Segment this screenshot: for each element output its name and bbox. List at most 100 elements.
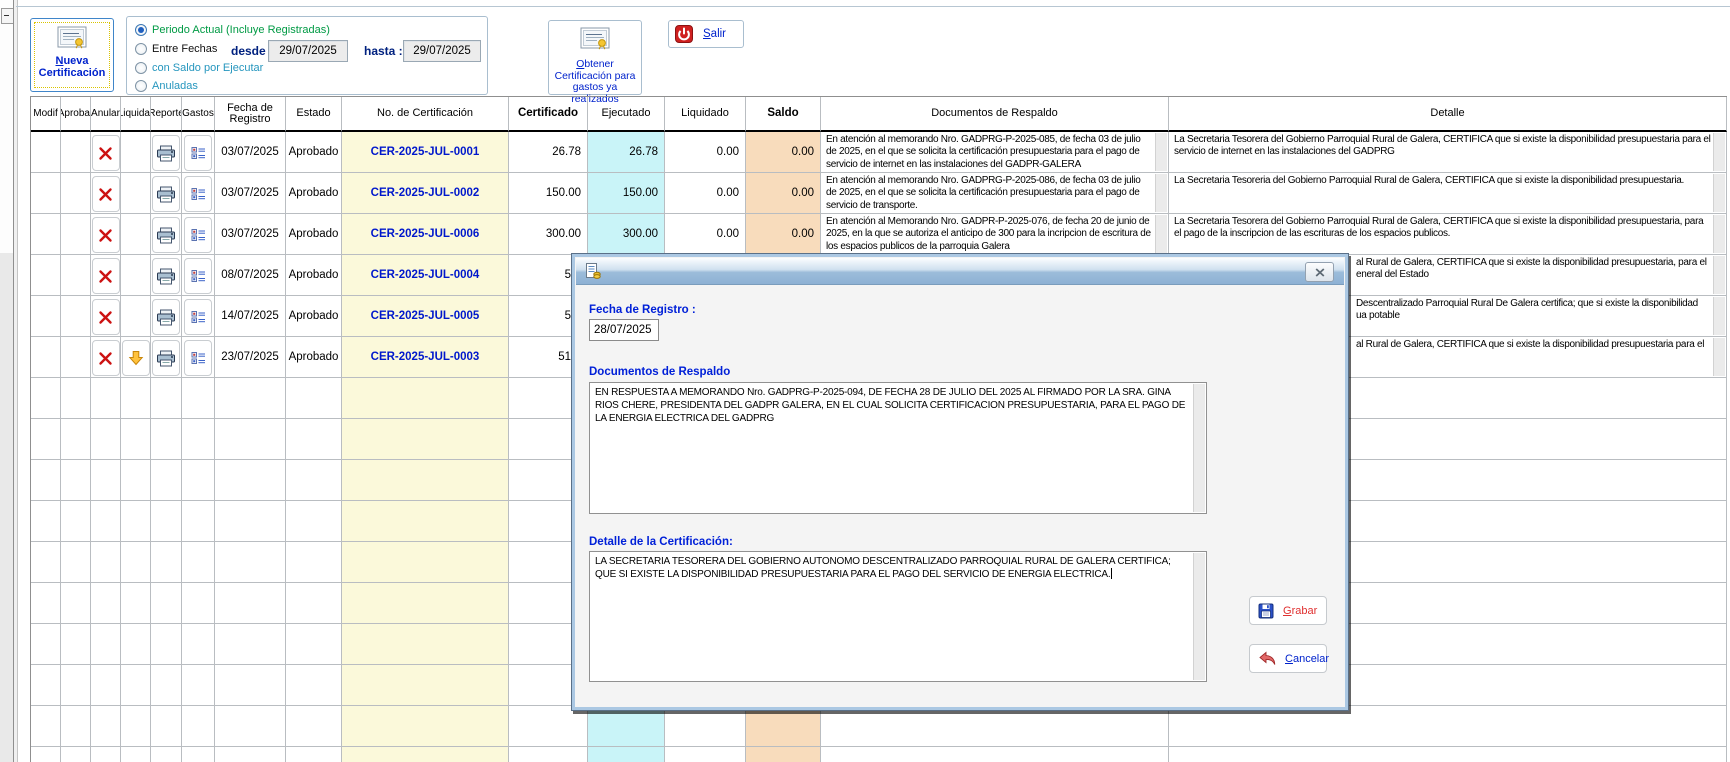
cell-saldo: 0.00 <box>746 214 821 255</box>
cell-no-certificacion[interactable]: CER-2025-JUL-0002 <box>342 173 509 214</box>
gastos-icon-button[interactable] <box>184 258 212 294</box>
nueva-certificacion-button[interactable]: Nueva Certificación <box>30 18 114 92</box>
cell-estado: Aprobado <box>286 296 342 337</box>
cell-liquidado: 0.00 <box>665 132 746 173</box>
cell-gastos <box>182 214 215 255</box>
cell-gastos <box>182 337 215 378</box>
cell-scrollbar[interactable] <box>1713 174 1725 212</box>
cell-certificado: 26.78 <box>509 132 588 173</box>
cell-no-certificacion[interactable]: CER-2025-JUL-0003 <box>342 337 509 378</box>
cell-scrollbar[interactable] <box>1155 215 1167 253</box>
cell-modif <box>31 255 61 296</box>
cell-no-certificacion[interactable]: CER-2025-JUL-0006 <box>342 214 509 255</box>
cell-liquidar <box>121 296 151 337</box>
dialog-fecha-input[interactable]: 28/07/2025 <box>589 319 659 341</box>
radio-con-saldo-label: con Saldo por Ejecutar <box>152 62 263 74</box>
cell-scrollbar[interactable] <box>1713 133 1725 171</box>
cell-no-certificacion[interactable]: CER-2025-JUL-0004 <box>342 255 509 296</box>
dialog-close-button[interactable] <box>1305 262 1334 282</box>
text-caret <box>1111 568 1112 579</box>
desde-label: desde : <box>231 44 273 58</box>
panel-splitter[interactable] <box>13 0 18 762</box>
dialog-detalle-textarea[interactable]: LA SECRETARIA TESORERA DEL GOBIERNO AUTO… <box>589 551 1207 682</box>
cell-aprobar <box>61 173 91 214</box>
anular-icon-button[interactable] <box>92 135 120 171</box>
radio-unselected-icon <box>135 80 147 92</box>
undo-arrow-icon <box>1258 651 1276 666</box>
reporte-icon-button[interactable] <box>152 217 180 253</box>
radio-unselected-icon <box>135 43 147 55</box>
hasta-input[interactable]: 29/07/2025 <box>403 40 481 62</box>
certificate-icon <box>57 26 87 55</box>
gastos-icon-button[interactable] <box>184 176 212 212</box>
gastos-icon-button[interactable] <box>184 135 212 171</box>
grabar-button[interactable]: Grabar <box>1249 596 1327 625</box>
radio-entre-fechas[interactable]: Entre Fechas <box>135 42 217 56</box>
cell-modif <box>31 296 61 337</box>
reporte-icon-button[interactable] <box>152 299 180 335</box>
radio-periodo-actual[interactable]: Periodo Actual (Incluye Registradas) <box>135 23 330 37</box>
cell-gastos <box>182 132 215 173</box>
anular-icon-button[interactable] <box>92 217 120 253</box>
textarea-scrollbar[interactable] <box>1193 384 1205 512</box>
cell-documentos: En atención al Memorando Nro. GADPR-P-20… <box>821 214 1169 255</box>
radio-selected-icon <box>135 24 147 36</box>
cell-scrollbar[interactable] <box>1713 256 1725 294</box>
empty-row <box>31 706 1727 747</box>
cell-reporte <box>151 214 182 255</box>
cell-scrollbar[interactable] <box>1155 133 1167 171</box>
gastos-icon-button[interactable] <box>184 217 212 253</box>
hasta-label: hasta : <box>364 44 403 58</box>
filter-panel: Periodo Actual (Incluye Registradas) Ent… <box>126 16 488 95</box>
table-row: 03/07/2025AprobadoCER-2025-JUL-000126.78… <box>31 132 1727 173</box>
reporte-icon-button[interactable] <box>152 176 180 212</box>
textarea-scrollbar[interactable] <box>1193 553 1205 680</box>
cell-liquidar <box>121 173 151 214</box>
col-header-saldo: Saldo <box>746 97 821 132</box>
desde-input[interactable]: 29/07/2025 <box>268 40 348 62</box>
cell-estado: Aprobado <box>286 255 342 296</box>
certification-edit-dialog: Fecha de Registro : 28/07/2025 Documento… <box>571 253 1349 711</box>
anular-icon-button[interactable] <box>92 299 120 335</box>
col-header-reporte: Reporte <box>151 97 182 132</box>
content-top-border <box>16 6 1730 7</box>
dialog-documentos-textarea[interactable]: EN RESPUESTA A MEMORANDO Nro. GADPRG-P-2… <box>589 382 1207 514</box>
cell-fecha: 08/07/2025 <box>215 255 286 296</box>
cell-reporte <box>151 255 182 296</box>
reporte-icon-button[interactable] <box>152 340 180 376</box>
reporte-icon-button[interactable] <box>152 258 180 294</box>
cell-reporte <box>151 337 182 378</box>
cancelar-button[interactable]: Cancelar <box>1249 644 1327 673</box>
col-header-gastos: Gastos <box>182 97 215 132</box>
grabar-label: Grabar <box>1283 605 1317 617</box>
cell-detalle: La Secretaria Tesoreria del Gobierno Par… <box>1169 173 1727 214</box>
liquidar-icon-button[interactable] <box>122 340 150 376</box>
reporte-icon-button[interactable] <box>152 135 180 171</box>
table-row: 03/07/2025AprobadoCER-2025-JUL-0006300.0… <box>31 214 1727 255</box>
anular-icon-button[interactable] <box>92 340 120 376</box>
radio-con-saldo[interactable]: con Saldo por Ejecutar <box>135 61 263 75</box>
obtener-certificacion-button[interactable]: Obtener Certificación para gastos ya rea… <box>548 20 642 95</box>
cell-scrollbar[interactable] <box>1155 174 1167 212</box>
gastos-icon-button[interactable] <box>184 340 212 376</box>
cell-anular <box>91 173 121 214</box>
radio-anuladas[interactable]: Anuladas <box>135 79 198 93</box>
col-header-aprobar: Aprobar <box>61 97 91 132</box>
cell-estado: Aprobado <box>286 132 342 173</box>
anular-icon-button[interactable] <box>92 176 120 212</box>
salir-button[interactable]: Salir <box>668 20 744 48</box>
cell-liquidar <box>121 255 151 296</box>
cell-scrollbar[interactable] <box>1713 297 1725 335</box>
gastos-icon-button[interactable] <box>184 299 212 335</box>
cell-no-certificacion[interactable]: CER-2025-JUL-0001 <box>342 132 509 173</box>
cell-reporte <box>151 173 182 214</box>
cell-scrollbar[interactable] <box>1713 215 1725 253</box>
cell-saldo: 0.00 <box>746 173 821 214</box>
dialog-titlebar[interactable] <box>576 258 1344 285</box>
radio-periodo-actual-label: Periodo Actual (Incluye Registradas) <box>152 24 330 36</box>
cell-no-certificacion[interactable]: CER-2025-JUL-0005 <box>342 296 509 337</box>
radio-anuladas-label: Anuladas <box>152 80 198 92</box>
col-header-certificado: Certificado <box>509 97 588 132</box>
cell-scrollbar[interactable] <box>1713 338 1725 376</box>
anular-icon-button[interactable] <box>92 258 120 294</box>
